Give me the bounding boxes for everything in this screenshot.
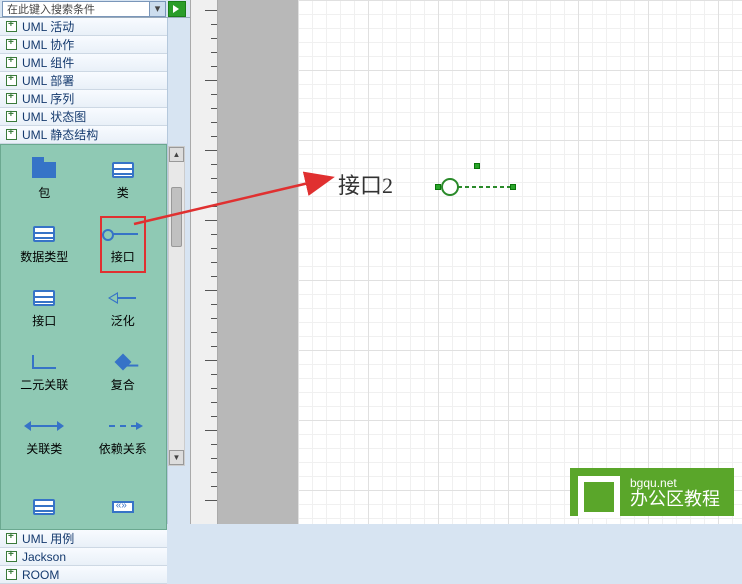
expand-icon[interactable] (6, 39, 17, 50)
class-icon (112, 162, 134, 178)
stencil-class[interactable]: 类 (84, 153, 163, 201)
search-go-button[interactable] (168, 1, 186, 17)
expand-icon[interactable] (6, 551, 17, 562)
stencil-extra-class[interactable] (5, 473, 84, 521)
expand-icon[interactable] (6, 75, 17, 86)
stencil-interface-line[interactable]: 接口 (84, 217, 163, 265)
binary-association-icon (32, 355, 56, 369)
class-icon (33, 499, 55, 515)
tree-item-uml-collaboration[interactable]: UML 协作 (0, 36, 167, 54)
vertical-ruler (190, 0, 218, 524)
watermark: bgqu.net 办公区教程 (570, 468, 734, 516)
interface-lollipop-icon (33, 290, 55, 306)
expand-icon[interactable] (6, 129, 17, 140)
stencil-association-class[interactable]: 关联类 (5, 409, 84, 457)
tree-item-uml-sequence[interactable]: UML 序列 (0, 90, 167, 108)
stencil-binary-association[interactable]: 二元关联 (5, 345, 84, 393)
interface-lollipop-icon (438, 175, 518, 199)
tree-item-room[interactable]: ROOM (0, 566, 167, 584)
tree-item-uml-activity[interactable]: UML 活动 (0, 18, 167, 36)
watermark-logo-icon (578, 476, 620, 518)
stencil-scrollbar[interactable]: ▲ ▼ (168, 146, 185, 466)
stencil-interface-lollipop[interactable]: 接口 (5, 281, 84, 329)
association-class-icon (30, 425, 58, 427)
stencil-generalization[interactable]: 泛化 (84, 281, 163, 329)
watermark-url: bgqu.net (630, 476, 677, 490)
stencil-composition[interactable]: 复合 (84, 345, 163, 393)
interface-shape[interactable] (438, 175, 518, 202)
selection-handle[interactable] (510, 184, 516, 190)
shapes-sidebar: UML 活动 UML 协作 UML 组件 UML 部署 UML 序列 UML 状… (0, 18, 168, 524)
page-margin (218, 0, 298, 524)
expand-icon[interactable] (6, 569, 17, 580)
tree-item-uml-usecase[interactable]: UML 用例 (0, 530, 167, 548)
watermark-text: 办公区教程 (630, 490, 720, 510)
shape-label-interface2[interactable]: 接口2 (338, 168, 393, 200)
scroll-down-button[interactable]: ▼ (169, 450, 184, 465)
expand-icon[interactable] (6, 93, 17, 104)
search-toolbar: 在此键入搜索条件 ▾ (0, 0, 190, 18)
tree-item-uml-static[interactable]: UML 静态结构 (0, 126, 167, 144)
stencil-panel-uml-static: 包 类 数据类型 接口 接口 泛化 二元关联 (0, 144, 167, 530)
tree-item-uml-state[interactable]: UML 状态图 (0, 108, 167, 126)
generalization-icon (110, 297, 136, 299)
search-input[interactable]: 在此键入搜索条件 ▾ (2, 1, 166, 17)
drawing-canvas[interactable]: 接口2 (298, 0, 742, 524)
package-icon (32, 162, 56, 178)
selection-handle[interactable] (435, 184, 441, 190)
expand-icon[interactable] (6, 21, 17, 32)
composition-icon (114, 354, 131, 371)
stencil-extra-box[interactable] (84, 473, 163, 521)
selection-handle[interactable] (474, 163, 480, 169)
expand-icon[interactable] (6, 533, 17, 544)
expand-icon[interactable] (6, 111, 17, 122)
stencil-package[interactable]: 包 (5, 153, 84, 201)
tree-item-uml-component[interactable]: UML 组件 (0, 54, 167, 72)
interface-line-icon (108, 233, 138, 235)
expand-icon[interactable] (6, 57, 17, 68)
tree-item-jackson[interactable]: Jackson (0, 548, 167, 566)
dependency-icon (109, 425, 137, 427)
tree-item-uml-deployment[interactable]: UML 部署 (0, 72, 167, 90)
search-placeholder: 在此键入搜索条件 (7, 1, 95, 17)
scroll-up-button[interactable]: ▲ (169, 147, 184, 162)
dropdown-arrow-icon[interactable]: ▾ (149, 2, 165, 16)
scroll-thumb[interactable] (171, 187, 182, 247)
stencil-datatype[interactable]: 数据类型 (5, 217, 84, 265)
datatype-icon (33, 226, 55, 242)
stencil-dependency[interactable]: 依赖关系 (84, 409, 163, 457)
red-highlight-annotation: 接口 (100, 216, 146, 273)
parameterized-icon (112, 501, 134, 513)
